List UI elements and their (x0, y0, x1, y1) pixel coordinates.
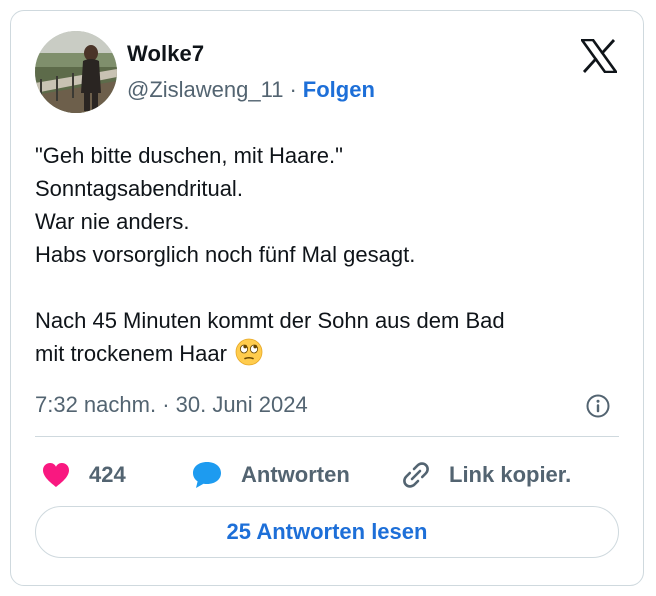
tweet-timestamp[interactable]: 7:32 nachm. · 30. Juni 2024 (35, 392, 308, 418)
author-display-name[interactable]: Wolke7 (127, 41, 204, 67)
copy-link-label: Link kopier. (449, 462, 572, 487)
follow-button[interactable]: Folgen (303, 77, 375, 102)
like-count: 424 (89, 462, 126, 487)
info-icon[interactable] (585, 393, 611, 419)
tweet-line: mit trockenem Haar (35, 341, 227, 366)
tweet-line: Sonntagsabendritual. (35, 176, 243, 201)
author-meta: @Zislaweng_11 · Folgen (127, 77, 375, 103)
link-icon (403, 462, 429, 488)
separator-dot: · (289, 77, 297, 102)
tweet-card: Wolke7 @Zislaweng_11 · Folgen "Geh bitte d… (10, 10, 644, 586)
rolling-eyes-emoji-icon (235, 338, 263, 366)
speech-bubble-icon (193, 462, 221, 488)
tweet-line: War nie anders. (35, 209, 190, 234)
read-replies-label: 25 Antworten lesen (226, 519, 428, 544)
tweet-line: "Geh bitte duschen, mit Haare." (35, 143, 343, 168)
avatar[interactable] (35, 31, 117, 113)
tweet-line: Nach 45 Minuten kommt der Sohn aus dem B… (35, 308, 505, 333)
copy-link-button[interactable]: Link kopier. (401, 455, 571, 495)
read-replies-button[interactable]: 25 Antworten lesen (35, 506, 619, 558)
reply-button[interactable]: Antworten (191, 455, 350, 495)
tweet-last-line: mit trockenem Haar (35, 337, 625, 370)
divider (35, 436, 619, 437)
like-button[interactable]: 424 (41, 455, 126, 495)
x-logo-icon[interactable] (579, 38, 619, 74)
heart-icon (43, 463, 69, 487)
reply-label: Antworten (241, 462, 350, 487)
avatar-photo (35, 31, 117, 113)
tweet-line: Habs vorsorglich noch fünf Mal gesagt. (35, 242, 416, 267)
tweet-text: "Geh bitte duschen, mit Haare." Sonntags… (35, 139, 625, 370)
author-handle[interactable]: @Zislaweng_11 (127, 77, 283, 102)
